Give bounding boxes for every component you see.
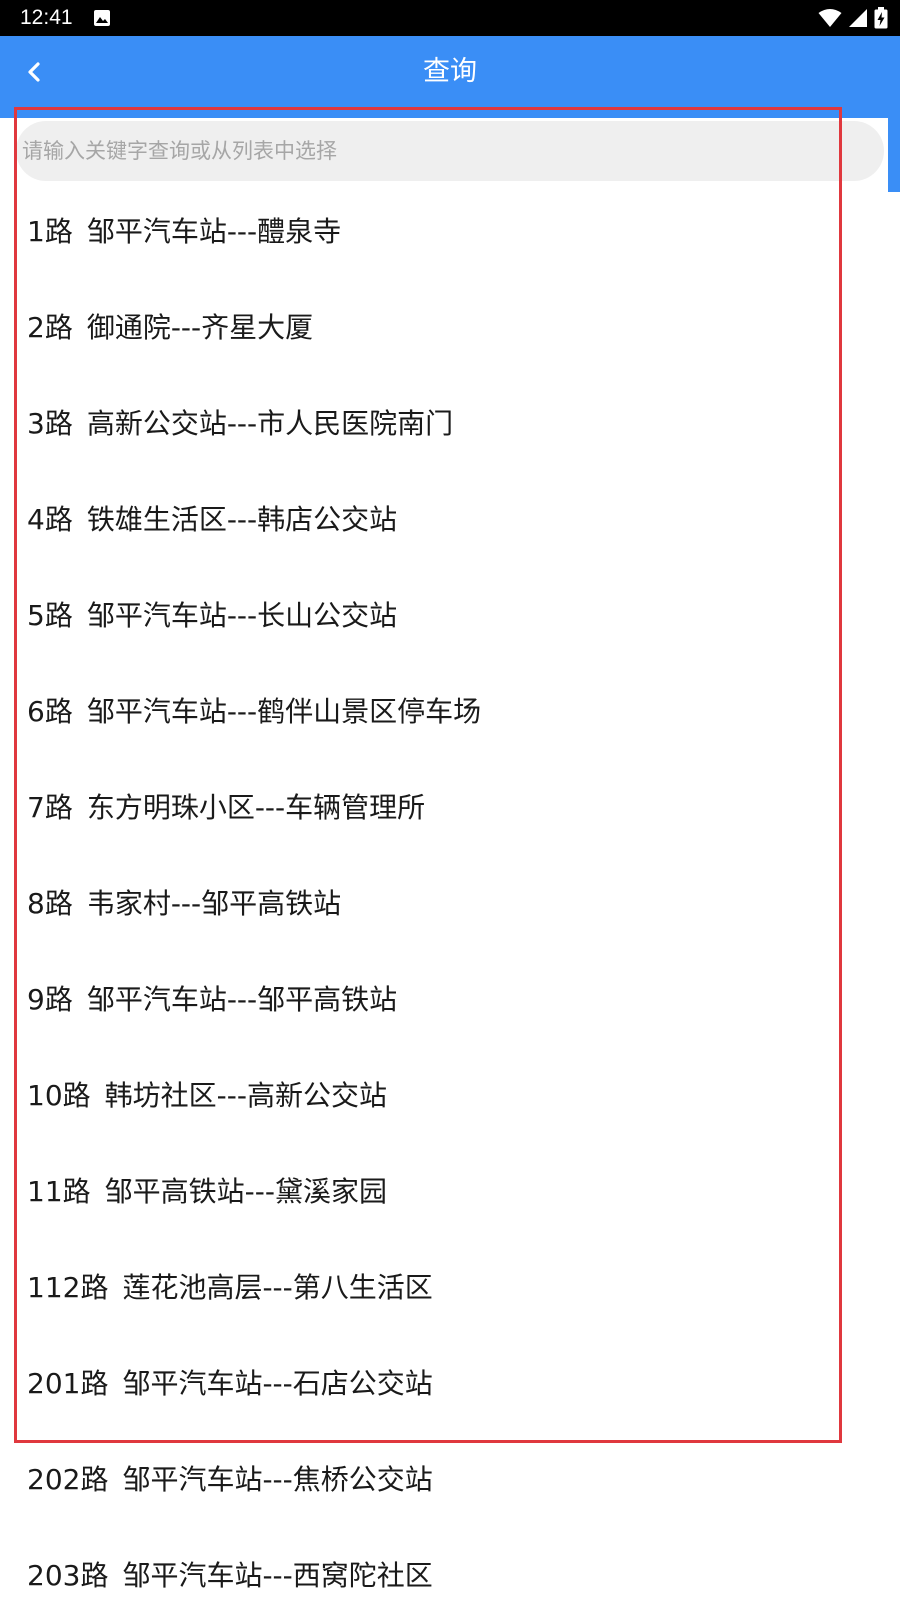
route-number: 11路 — [27, 1175, 91, 1208]
route-number: 112路 — [27, 1271, 109, 1304]
route-list-item[interactable]: 3路 高新公交站---市人民医院南门 — [0, 376, 900, 472]
route-list-item[interactable]: 11路 邹平高铁站---黛溪家园 — [0, 1144, 900, 1240]
route-number: 7路 — [27, 791, 73, 824]
page-title: 查询 — [423, 56, 477, 87]
route-number: 201路 — [27, 1367, 109, 1400]
route-number: 3路 — [27, 407, 73, 440]
status-icons — [818, 6, 888, 30]
route-list-item[interactable]: 5路 邹平汽车站---长山公交站 — [0, 568, 900, 664]
route-path: 邹平汽车站---焦桥公交站 — [122, 1463, 433, 1496]
route-number: 203路 — [27, 1559, 109, 1592]
route-path: 邹平汽车站---醴泉寺 — [86, 215, 342, 248]
route-path: 邹平汽车站---鹤伴山景区停车场 — [86, 695, 482, 728]
route-list-item[interactable]: 201路 邹平汽车站---石店公交站 — [0, 1336, 900, 1432]
route-list-item[interactable]: 112路 莲花池高层---第八生活区 — [0, 1240, 900, 1336]
route-path: 御通院---齐星大厦 — [86, 311, 314, 344]
route-number: 9路 — [27, 983, 73, 1016]
wifi-icon — [818, 9, 842, 27]
route-path: 韦家村---邹平高铁站 — [86, 887, 342, 920]
signal-icon — [849, 9, 867, 27]
route-path: 铁雄生活区---韩店公交站 — [86, 503, 398, 536]
route-path: 韩坊社区---高新公交站 — [104, 1079, 387, 1112]
route-list-item[interactable]: 8路 韦家村---邹平高铁站 — [0, 856, 900, 952]
route-path: 邹平汽车站---西窝陀社区 — [122, 1559, 433, 1592]
route-list: 1路 邹平汽车站---醴泉寺 2路 御通院---齐星大厦 3路 高新公交站---市人民医院… — [0, 184, 900, 1600]
status-bar: 12:41 — [0, 0, 900, 36]
route-number: 4路 — [27, 503, 73, 536]
route-path: 邹平汽车站---石店公交站 — [122, 1367, 433, 1400]
route-list-item[interactable]: 4路 铁雄生活区---韩店公交站 — [0, 472, 900, 568]
route-list-item[interactable]: 7路 东方明珠小区---车辆管理所 — [0, 760, 900, 856]
route-list-item[interactable]: 6路 邹平汽车站---鹤伴山景区停车场 — [0, 664, 900, 760]
route-number: 202路 — [27, 1463, 109, 1496]
image-notification-icon — [94, 10, 110, 26]
search-input[interactable] — [16, 121, 884, 181]
route-number: 6路 — [27, 695, 73, 728]
app-bar: 查询 — [0, 36, 900, 108]
search-area — [0, 108, 900, 192]
route-path: 莲花池高层---第八生活区 — [122, 1271, 433, 1304]
route-number: 1路 — [27, 215, 73, 248]
route-path: 邹平高铁站---黛溪家园 — [104, 1175, 387, 1208]
chevron-left-icon — [28, 62, 40, 82]
route-list-item[interactable]: 2路 御通院---齐星大厦 — [0, 280, 900, 376]
route-path: 东方明珠小区---车辆管理所 — [86, 791, 426, 824]
route-path: 邹平汽车站---长山公交站 — [86, 599, 398, 632]
route-number: 2路 — [27, 311, 73, 344]
route-path: 高新公交站---市人民医院南门 — [86, 407, 454, 440]
battery-icon — [874, 7, 888, 29]
route-number: 8路 — [27, 887, 73, 920]
status-time: 12:41 — [20, 6, 73, 29]
route-list-item[interactable]: 202路 邹平汽车站---焦桥公交站 — [0, 1432, 900, 1528]
route-list-item[interactable]: 9路 邹平汽车站---邹平高铁站 — [0, 952, 900, 1048]
route-number: 10路 — [27, 1079, 91, 1112]
back-button[interactable] — [10, 48, 58, 96]
screen: 12:41 查询 请输入关键字查询或从列表中选择 1路 邹平汽车站---醴泉寺 … — [0, 0, 900, 1600]
route-list-item[interactable]: 1路 邹平汽车站---醴泉寺 — [0, 184, 900, 280]
route-number: 5路 — [27, 599, 73, 632]
route-list-item[interactable]: 10路 韩坊社区---高新公交站 — [0, 1048, 900, 1144]
route-path: 邹平汽车站---邹平高铁站 — [86, 983, 398, 1016]
route-list-item[interactable]: 203路 邹平汽车站---西窝陀社区 — [0, 1528, 900, 1600]
